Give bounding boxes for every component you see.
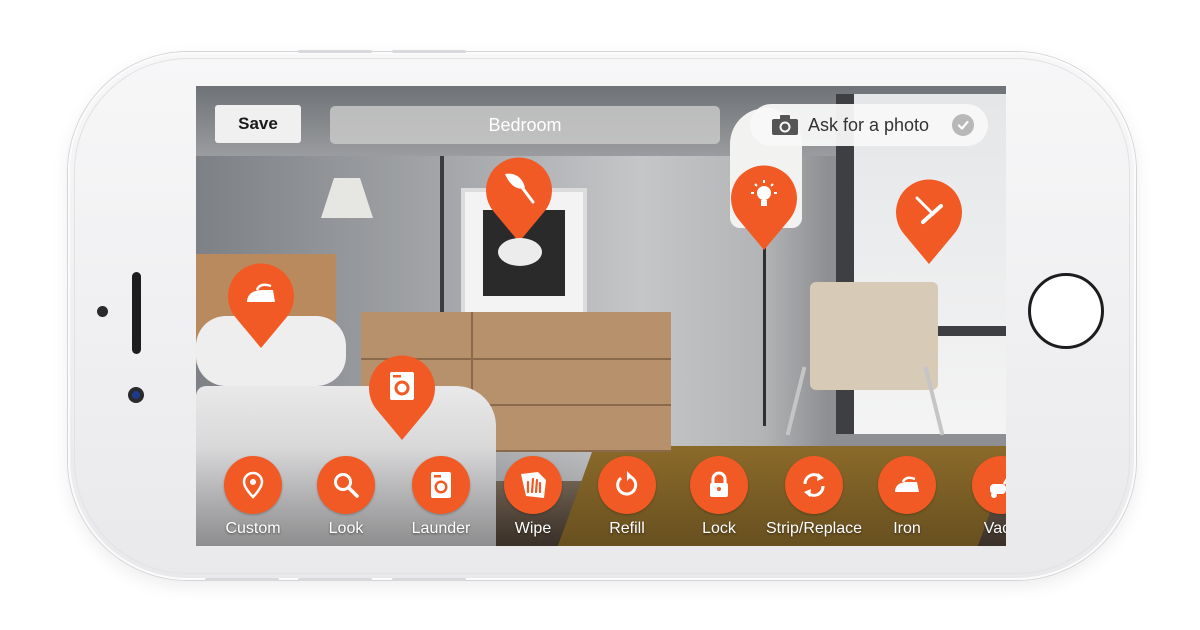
- floor-lamp-pole: [763, 226, 766, 426]
- save-button[interactable]: Save: [215, 105, 301, 143]
- volume-button: [298, 50, 372, 53]
- tool-wipe[interactable]: Wipe: [487, 456, 579, 538]
- tool-label: Wipe: [514, 520, 552, 537]
- tool-launder[interactable]: Launder: [395, 456, 487, 538]
- proximity-sensor: [97, 306, 108, 317]
- iron-pin[interactable]: [228, 262, 294, 348]
- washing-machine-icon: [412, 456, 470, 514]
- glove-icon: [504, 456, 562, 514]
- tool-label: Launder: [411, 520, 471, 537]
- duster-pin[interactable]: [486, 156, 552, 242]
- tool-label: Iron: [893, 520, 921, 537]
- ask-for-photo-label: Ask for a photo: [808, 114, 930, 135]
- side-button: [392, 578, 466, 581]
- task-toolbar: Custom Look Launder Wipe Refill Lock Str…: [196, 448, 1006, 546]
- tool-lock[interactable]: Lock: [673, 456, 765, 538]
- washing-machine-icon: [390, 372, 414, 400]
- tool-custom[interactable]: Custom: [207, 456, 299, 538]
- armchair: [810, 282, 938, 390]
- app-screen: Save Bedroom Ask for a photo Custom Look…: [196, 86, 1006, 546]
- map-pin-icon: [224, 456, 282, 514]
- vacuum-icon: [972, 456, 1006, 514]
- tool-refill[interactable]: Refill: [581, 456, 673, 538]
- tool-look[interactable]: Look: [300, 456, 392, 538]
- ask-for-photo-button[interactable]: Ask for a photo: [750, 104, 988, 146]
- camera-icon: [772, 115, 798, 135]
- tool-label: Look: [328, 520, 364, 537]
- duster-icon: [505, 173, 535, 204]
- iron-icon: [878, 456, 936, 514]
- tool-label: Strip/Replace: [765, 520, 863, 537]
- tool-label: Vacc: [983, 520, 1006, 537]
- tool-vacuum[interactable]: Vacc: [955, 456, 1006, 538]
- home-button[interactable]: [1028, 273, 1104, 349]
- squeegee-pin[interactable]: [896, 178, 962, 264]
- magnifier-icon: [317, 456, 375, 514]
- lightbulb-icon: [751, 180, 777, 206]
- squeegee-icon: [915, 196, 943, 224]
- tool-label: Refill: [609, 520, 645, 537]
- tool-iron[interactable]: Iron: [861, 456, 953, 538]
- side-button: [205, 578, 279, 581]
- check-circle-icon: [952, 114, 974, 136]
- desk-lamp-pole: [440, 156, 444, 312]
- launder-pin[interactable]: [369, 354, 435, 440]
- tool-strip-replace[interactable]: Strip/Replace: [765, 456, 863, 538]
- cycle-arrows-icon: [785, 456, 843, 514]
- tool-label: Lock: [702, 520, 736, 537]
- volume-button: [392, 50, 466, 53]
- padlock-icon: [690, 456, 748, 514]
- room-name-field[interactable]: Bedroom: [330, 106, 720, 144]
- picture-flower: [498, 238, 542, 266]
- front-camera: [128, 387, 144, 403]
- tool-label: Custom: [225, 520, 281, 537]
- iron-icon: [247, 283, 275, 302]
- light-pin[interactable]: [731, 164, 797, 250]
- side-button: [298, 578, 372, 581]
- refill-arrow-icon: [598, 456, 656, 514]
- earpiece-speaker: [132, 272, 141, 354]
